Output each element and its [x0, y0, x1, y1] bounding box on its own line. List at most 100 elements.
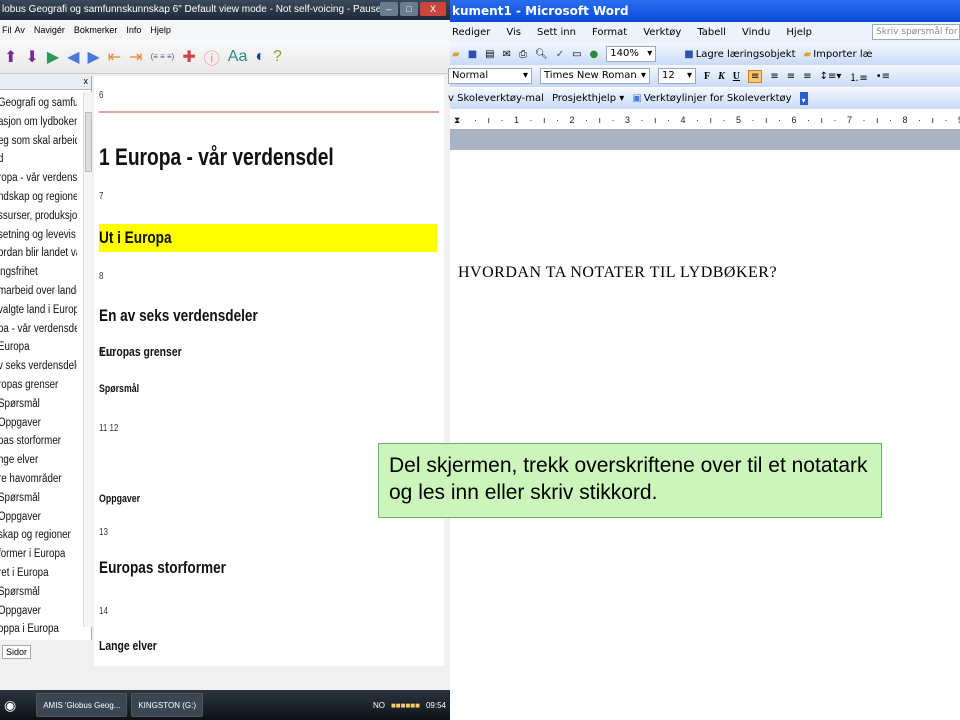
back-icon[interactable]: ◀	[67, 47, 79, 67]
forward-icon[interactable]: ▶	[87, 47, 99, 67]
import-button[interactable]: Importer læ	[813, 49, 872, 60]
sidebar-item[interactable]: pas storformer	[0, 432, 77, 451]
menu-vis[interactable]: Vis	[506, 22, 521, 43]
align-center-icon[interactable]: ≡	[770, 71, 778, 82]
menu-verktoy[interactable]: Verktøy	[643, 22, 681, 43]
save-icon[interactable]: ■	[468, 49, 477, 60]
ask-question-input[interactable]: Skriv spørsmål for	[872, 24, 960, 40]
help-icon[interactable]: ?	[273, 48, 282, 66]
menu-format[interactable]: Format	[592, 22, 627, 43]
bold-button[interactable]: F	[704, 71, 710, 82]
clock[interactable]: 09:54	[426, 701, 446, 710]
sidebar-item[interactable]: re havområder	[0, 470, 77, 489]
content-heading[interactable]: Europas storformer	[99, 558, 226, 578]
contrast-icon[interactable]: ◐	[255, 48, 265, 66]
menu-info[interactable]: Info	[126, 20, 141, 40]
speed-icons[interactable]: (≡ ≡ ≡)	[151, 52, 175, 61]
arrow-down-icon[interactable]: ⬇	[25, 47, 38, 67]
research-icon[interactable]: ▭	[572, 49, 581, 60]
sidebar-item[interactable]: ssurser, produksjon	[0, 207, 77, 226]
sidebar-item[interactable]: Spørsmål	[0, 583, 77, 602]
taskbar-item-amis[interactable]: AMIS 'Globus Geog...	[36, 693, 128, 717]
content-heading[interactable]: Europas grenser	[99, 344, 182, 359]
language-indicator[interactable]: NO	[373, 701, 385, 710]
sidebar-item[interactable]: ropas grenser	[0, 376, 77, 395]
verktoylinjer-button[interactable]: Verktøylinjer for Skoleverktøy	[644, 93, 792, 104]
menu-rediger[interactable]: Rediger	[452, 22, 490, 43]
play-icon[interactable]: ▶	[47, 47, 59, 67]
open-icon[interactable]: ▰	[452, 49, 460, 60]
font-select[interactable]: Times New Roman ▾	[540, 68, 650, 84]
sidebar-item[interactable]: former i Europa	[0, 545, 77, 564]
bookmark-add-icon[interactable]: ✚	[182, 47, 195, 67]
toolbar-options-icon[interactable]: ▾	[799, 92, 808, 105]
sidebar-item[interactable]: ropa - vår verdensdel	[0, 169, 77, 188]
sidebar-item[interactable]: marbeid over landeg	[0, 282, 77, 301]
taskbar-item-kingston[interactable]: KINGSTON (G:)	[131, 693, 203, 717]
italic-button[interactable]: K	[718, 71, 725, 82]
style-select[interactable]: Normal ▾	[448, 68, 532, 84]
sidebar-item[interactable]: ordan blir landet vå	[0, 244, 77, 263]
menu-tabell[interactable]: Tabell	[697, 22, 726, 43]
sidebar-item[interactable]: v seks verdensdeler	[0, 357, 77, 376]
sidebar-item[interactable]: ret i Europa	[0, 564, 77, 583]
sidebar-item[interactable]: Geografi og samfunn	[0, 94, 77, 113]
sidebar-close-button[interactable]: x	[84, 76, 89, 86]
content-heading[interactable]: Lange elver	[99, 638, 157, 653]
line-spacing-icon[interactable]: ↕≡▾	[820, 71, 842, 82]
menu-sett-inn[interactable]: Sett inn	[537, 22, 576, 43]
sidebar-item[interactable]: asjon om lydboken	[0, 113, 77, 132]
tab-sidor[interactable]: Sidor	[2, 645, 32, 659]
font-size-icon[interactable]: Aa	[228, 48, 248, 66]
print-preview-icon[interactable]: 🔍︎	[535, 49, 548, 60]
content-heading[interactable]: Oppgaver	[99, 493, 140, 505]
align-right-icon[interactable]: ≡	[787, 71, 795, 82]
content-heading[interactable]: Spørsmål	[99, 383, 139, 395]
ruler[interactable]: ⧗ · ı · 1 · ı · 2 · ı · 3 · ı · 4 · ı · 5…	[450, 110, 960, 130]
align-left-icon[interactable]: ≡	[748, 69, 763, 83]
save-learning-object-button[interactable]: Lagre læringsobjekt	[696, 49, 796, 60]
tab-stop-icon[interactable]: ⧗	[454, 110, 460, 130]
hyperlink-icon[interactable]: ●	[590, 49, 599, 60]
skoleverktoy-mal-button[interactable]: v Skoleverktøy-mal	[448, 93, 544, 104]
page-next-icon[interactable]: ⇥	[129, 47, 142, 67]
menu-av[interactable]: Av	[15, 20, 25, 40]
sidebar-item[interactable]: Spørsmål	[0, 395, 77, 414]
sidebar-scrollbar[interactable]	[83, 92, 92, 627]
content-heading[interactable]: Ut i Europa	[99, 224, 438, 252]
document-heading[interactable]: HVORDAN TA NOTATER TIL LYDBØKER?	[458, 264, 777, 282]
content-heading[interactable]: En av seks verdensdeler	[99, 306, 258, 326]
underline-button[interactable]: U	[733, 71, 740, 82]
menu-naviger[interactable]: Navigér	[34, 20, 65, 40]
content-heading[interactable]: 1 Europa - vår verdensdel	[99, 144, 334, 172]
numbered-list-icon[interactable]: ⒈≡	[849, 69, 867, 84]
email-icon[interactable]: ✉	[503, 49, 511, 60]
menu-hjelp[interactable]: Hjelp	[150, 20, 171, 40]
page-prev-icon[interactable]: ⇤	[108, 47, 121, 67]
start-icon[interactable]: ◉	[4, 697, 16, 714]
close-button[interactable]: X	[420, 2, 446, 16]
sidebar-item[interactable]: nge elver	[0, 451, 77, 470]
sidebar-item[interactable]: skap og regioner	[0, 526, 77, 545]
print-icon[interactable]: ⎙	[519, 49, 527, 60]
sidebar-item[interactable]: setning og levevis	[0, 226, 77, 245]
minimize-button[interactable]: –	[380, 2, 398, 16]
info-icon[interactable]: ⓘ	[204, 45, 220, 69]
bullet-list-icon[interactable]: •≡	[876, 71, 890, 82]
sidebar-item[interactable]: d	[0, 150, 77, 169]
permission-icon[interactable]: ▤	[485, 49, 494, 60]
maximize-button[interactable]: □	[400, 2, 418, 16]
menu-hjelp[interactable]: Hjelp	[786, 22, 812, 43]
menu-bokmerker[interactable]: Bokmerker	[74, 20, 118, 40]
justify-icon[interactable]: ≡	[803, 71, 811, 82]
sidebar-item[interactable]: eg som skal arbeide	[0, 132, 77, 151]
sidebar-item[interactable]: ingsfrihet	[0, 263, 77, 282]
menu-vindu[interactable]: Vindu	[742, 22, 770, 43]
font-size-select[interactable]: 12 ▾	[658, 68, 696, 84]
sidebar-item[interactable]: ndskap og regioner	[0, 188, 77, 207]
sidebar-item[interactable]: oppa i Europa	[0, 620, 77, 639]
menu-fil[interactable]: Fil	[2, 20, 12, 40]
sidebar-item[interactable]: pa - vår verdensdel	[0, 320, 77, 339]
sidebar-item[interactable]: valgte land i Europa	[0, 301, 77, 320]
sidebar-item[interactable]: Oppgaver	[0, 508, 77, 527]
